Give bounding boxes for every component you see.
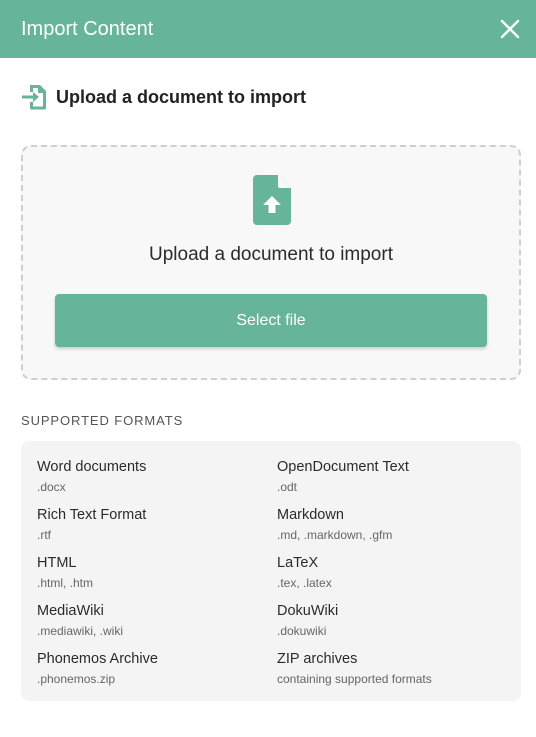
format-item: MediaWiki .mediawiki, .wiki	[37, 603, 267, 638]
supported-formats-label: SUPPORTED FORMATS	[21, 413, 184, 428]
format-item: OpenDocument Text .odt	[277, 459, 507, 494]
format-item: LaTeX .tex, .latex	[277, 555, 507, 590]
format-name: Rich Text Format	[37, 507, 147, 523]
format-item: Rich Text Format .rtf	[37, 507, 267, 542]
format-name: MediaWiki	[37, 603, 104, 619]
format-extensions: .dokuwiki	[277, 624, 327, 638]
file-upload-icon	[253, 175, 291, 225]
format-item: Phonemos Archive .phonemos.zip	[37, 651, 267, 686]
format-name: Markdown	[277, 507, 344, 523]
dialog-header: Import Content	[0, 0, 536, 58]
format-extensions: .tex, .latex	[277, 576, 332, 590]
format-name: OpenDocument Text	[277, 459, 409, 475]
dropzone-prompt: Upload a document to import	[149, 244, 393, 265]
format-extensions: .phonemos.zip	[37, 672, 116, 686]
close-icon[interactable]	[500, 19, 520, 39]
format-name: LaTeX	[277, 555, 319, 571]
format-extensions: .rtf	[37, 528, 51, 542]
format-name: Phonemos Archive	[37, 651, 158, 667]
format-item: Word documents .docx	[37, 459, 267, 494]
format-extensions: .odt	[277, 480, 298, 494]
format-name: HTML	[37, 555, 77, 571]
import-icon	[22, 85, 46, 110]
format-extensions: .docx	[37, 480, 66, 494]
format-name: Word documents	[37, 459, 147, 475]
dialog-title: Import Content	[21, 17, 154, 40]
close-button[interactable]	[490, 9, 530, 49]
format-item: ZIP archives containing supported format…	[277, 651, 507, 686]
format-extensions: .html, .htm	[37, 576, 94, 590]
format-item: Markdown .md, .markdown, .gfm	[277, 507, 507, 542]
file-dropzone[interactable]: Upload a document to import Select file	[21, 145, 521, 380]
supported-formats-list: Word documents .docx OpenDocument Text .…	[21, 441, 521, 701]
format-extensions: .md, .markdown, .gfm	[277, 528, 393, 542]
format-name: DokuWiki	[277, 603, 339, 619]
format-item: DokuWiki .dokuwiki	[277, 603, 507, 638]
upload-heading: Upload a document to import	[21, 84, 306, 110]
format-extensions: .mediawiki, .wiki	[37, 624, 124, 638]
format-extensions: containing supported formats	[277, 672, 432, 686]
format-item: HTML .html, .htm	[37, 555, 267, 590]
select-file-button[interactable]: Select file	[55, 294, 487, 347]
format-name: ZIP archives	[277, 651, 358, 667]
upload-heading-text: Upload a document to import	[56, 86, 306, 107]
